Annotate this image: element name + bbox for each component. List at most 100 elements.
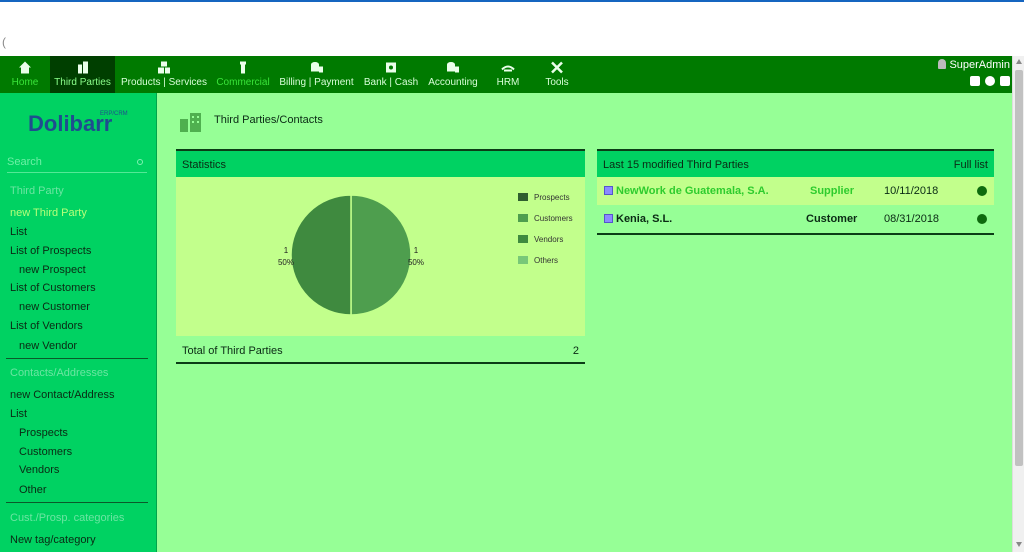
- text-caret: (: [2, 35, 6, 49]
- nav-home[interactable]: Home: [8, 56, 42, 93]
- top-tools: [970, 76, 1010, 86]
- tools-icon: [551, 61, 563, 74]
- last-modified-title: Last 15 modified Third Parties: [603, 159, 749, 171]
- table-row: Kenia, S.L. Customer 08/31/2018: [597, 205, 994, 235]
- nav-products[interactable]: Products | Services: [121, 56, 207, 93]
- nav-accounting-label: Accounting: [428, 77, 478, 88]
- full-list-link[interactable]: Full list: [954, 159, 988, 171]
- legend-swatch: [518, 256, 528, 264]
- nav-hrm-label: HRM: [496, 77, 520, 88]
- legend-label: Others: [534, 256, 559, 265]
- coins-icon: [447, 62, 459, 73]
- user-icon: [938, 59, 947, 69]
- app-window: Home Third Parties Products | Services C…: [0, 56, 1012, 552]
- link-new-tag[interactable]: New tag/category: [10, 534, 96, 546]
- legend-label: Vendors: [534, 235, 564, 244]
- statistics-header: Statistics: [176, 149, 585, 177]
- dolibarr-logo[interactable]: Dolibarr ERP/CRM: [28, 107, 128, 140]
- nav-billing-label: Billing | Payment: [279, 77, 354, 88]
- nav-commercial[interactable]: Commercial: [214, 56, 272, 93]
- left-sidebar: Dolibarr ERP/CRM Search Third Party new …: [0, 93, 157, 552]
- nav-billing[interactable]: Billing | Payment: [278, 56, 355, 93]
- building-icon: [77, 61, 88, 74]
- link-new-customer[interactable]: new Customer: [19, 301, 90, 313]
- nav-accounting[interactable]: Accounting: [426, 56, 480, 93]
- link-contact-prospects[interactable]: Prospects: [19, 427, 68, 439]
- section-contacts[interactable]: Contacts/Addresses: [10, 367, 108, 379]
- company-icon: [604, 214, 613, 223]
- scroll-up-icon[interactable]: [1016, 59, 1022, 64]
- nav-tools[interactable]: Tools: [538, 56, 576, 93]
- print-icon[interactable]: [970, 76, 980, 86]
- scrollbar-thumb[interactable]: [1015, 70, 1023, 466]
- pie-slice-prospects[interactable]: [350, 194, 412, 316]
- nav-third-parties[interactable]: Third Parties: [50, 56, 115, 93]
- cubes-icon: [158, 61, 170, 74]
- company-type: Supplier: [810, 185, 855, 197]
- safe-icon: [386, 62, 396, 73]
- vertical-scrollbar[interactable]: [1012, 56, 1024, 552]
- link-contact-list[interactable]: List: [10, 408, 27, 420]
- sidebar-search[interactable]: Search: [7, 153, 147, 173]
- statistics-title: Statistics: [182, 159, 227, 171]
- help-icon[interactable]: [985, 76, 995, 86]
- user-menu[interactable]: SuperAdmin: [938, 59, 1010, 71]
- person-icon: [501, 65, 515, 72]
- link-list-vendors[interactable]: List of Vendors: [10, 320, 83, 332]
- sidebar-divider: [6, 502, 148, 503]
- last-modified-panel: Last 15 modified Third Parties Full list…: [597, 149, 994, 235]
- logo-graphic: Dolibarr ERP/CRM: [28, 111, 128, 136]
- sidebar-divider: [6, 358, 148, 359]
- section-categories[interactable]: Cust./Prosp. categories: [10, 512, 124, 524]
- nav-commercial-label: Commercial: [216, 77, 270, 88]
- legend-swatch: [518, 235, 528, 243]
- page-title: Third Parties/Contacts: [214, 114, 323, 126]
- nav-bank-label: Bank | Cash: [363, 77, 419, 88]
- page-title-area: Third Parties/Contacts: [179, 111, 323, 136]
- link-list-prospects[interactable]: List of Prospects: [10, 245, 91, 257]
- home-icon: [19, 61, 31, 74]
- legend-label: Customers: [534, 214, 573, 223]
- link-list[interactable]: List: [10, 226, 27, 238]
- chart-area: 1 50% 1 50% Prospects Customers Vendors Others: [176, 177, 585, 336]
- company-name-link[interactable]: NewWork de Guatemala, S.A.: [616, 185, 769, 197]
- logo-subtext: ERP/CRM: [100, 111, 128, 117]
- user-name: SuperAdmin: [949, 59, 1010, 71]
- link-new-prospect[interactable]: new Prospect: [19, 264, 86, 276]
- nav-tools-label: Tools: [545, 77, 569, 88]
- pie-slice-customers[interactable]: [290, 194, 352, 316]
- company-icon: [604, 186, 613, 195]
- search-icon[interactable]: [137, 159, 143, 165]
- link-new-third-party[interactable]: new Third Party: [10, 207, 87, 219]
- legend-label: Prospects: [534, 193, 570, 202]
- total-label: Total of Third Parties: [182, 345, 283, 357]
- data-label-percent: 50%: [278, 258, 294, 267]
- link-contact-customers[interactable]: Customers: [19, 446, 72, 458]
- nav-home-label: Home: [11, 77, 39, 88]
- link-new-vendor[interactable]: new Vendor: [19, 340, 77, 352]
- section-third-party[interactable]: Third Party: [10, 185, 64, 197]
- browser-top-strip: (: [0, 0, 1024, 56]
- statistics-panel: Statistics 1 50% 1 50% Prospects Customers Ve…: [176, 149, 585, 367]
- total-row: Total of Third Parties 2: [176, 336, 585, 364]
- logout-icon[interactable]: [1000, 76, 1010, 86]
- link-new-contact[interactable]: new Contact/Address: [10, 389, 115, 401]
- data-label-count: 1: [414, 246, 419, 255]
- status-dot-icon: [977, 214, 987, 224]
- scroll-down-icon[interactable]: [1016, 542, 1022, 547]
- company-name-link[interactable]: Kenia, S.L.: [616, 213, 672, 225]
- nav-hrm[interactable]: HRM: [490, 56, 526, 93]
- link-list-customers[interactable]: List of Customers: [10, 282, 96, 294]
- modified-date: 08/31/2018: [884, 213, 940, 225]
- nav-bank[interactable]: Bank | Cash: [362, 56, 420, 93]
- data-label-percent: 50%: [408, 258, 424, 267]
- link-contact-other[interactable]: Other: [19, 484, 47, 496]
- legend-swatch: [518, 214, 528, 222]
- link-contact-vendors[interactable]: Vendors: [19, 464, 59, 476]
- total-value: 2: [572, 345, 579, 357]
- top-navigation: Home Third Parties Products | Services C…: [0, 56, 1012, 93]
- coins-icon: [310, 62, 323, 73]
- nav-third-parties-label: Third Parties: [54, 77, 111, 88]
- data-label-count: 1: [284, 246, 289, 255]
- status-dot-icon: [977, 186, 987, 196]
